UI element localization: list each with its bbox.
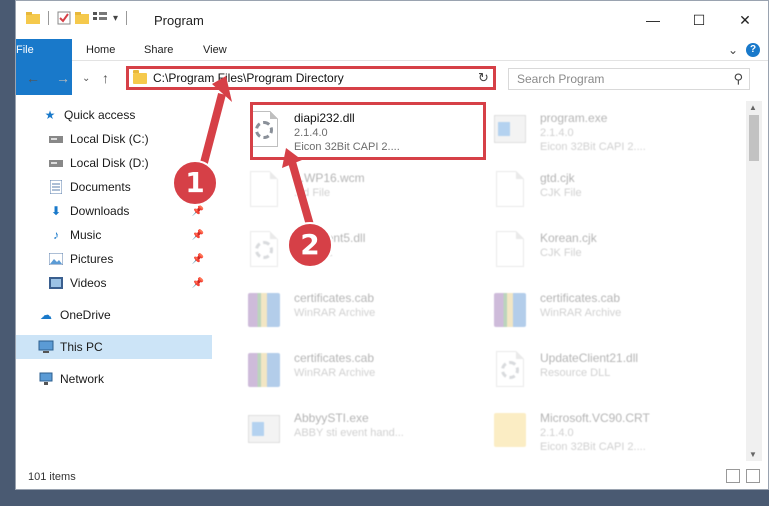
step-marker-2: 2 (287, 222, 333, 268)
step-marker-1: 1 (172, 160, 218, 206)
annotation-arrows (196, 76, 316, 234)
